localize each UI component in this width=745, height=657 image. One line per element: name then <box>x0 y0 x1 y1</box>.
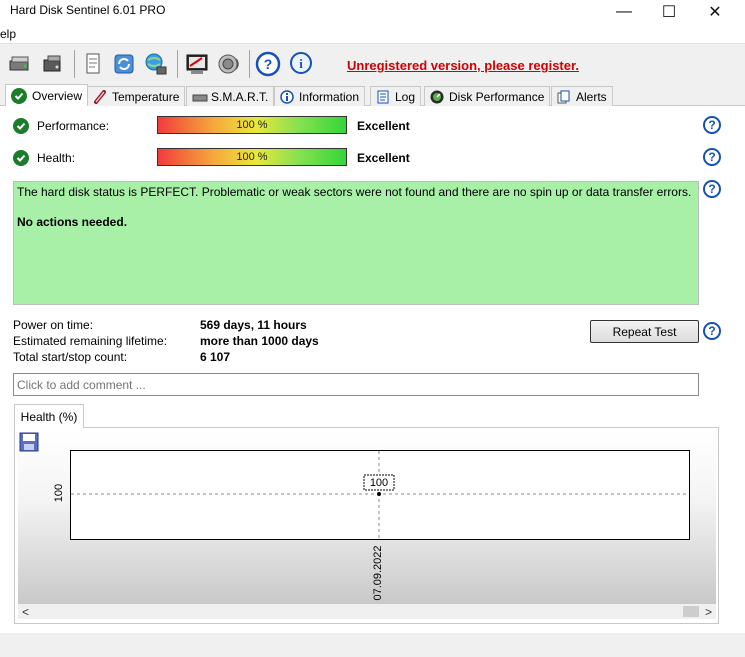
status-action: No actions needed. <box>17 215 128 229</box>
scroll-thumb[interactable] <box>683 606 699 617</box>
tab-label: Temperature <box>112 89 180 104</box>
gauge-icon <box>430 90 444 104</box>
toolbar-separator <box>249 50 250 78</box>
minimize-button[interactable]: — <box>601 0 647 24</box>
health-chart-svg: 100 <box>71 451 689 539</box>
tab-log[interactable]: Log <box>370 86 422 106</box>
tab-disk-performance[interactable]: Disk Performance <box>424 86 551 106</box>
status-message-box: The hard disk status is PERFECT. Problem… <box>13 181 699 305</box>
power-on-label: Power on time: <box>13 318 94 332</box>
toolbar-separator <box>74 50 75 78</box>
help-icon[interactable]: ? <box>703 322 721 340</box>
health-chart: 100 <box>70 450 690 540</box>
tab-health-graph[interactable]: Health (%) <box>14 404 84 428</box>
info-icon[interactable]: i <box>286 49 316 79</box>
chart-data-label: 100 <box>363 474 395 491</box>
svg-text:?: ? <box>264 56 273 72</box>
disk-icon[interactable] <box>5 49 35 79</box>
toolbar-separator <box>177 50 178 78</box>
lifetime-value: more than 1000 days <box>200 334 319 348</box>
tab-overview[interactable]: Overview <box>5 84 89 107</box>
performance-rating: Excellent <box>357 119 410 133</box>
start-stop-label: Total start/stop count: <box>13 350 128 364</box>
health-rating: Excellent <box>357 151 410 165</box>
disk-icon[interactable] <box>38 49 68 79</box>
help-icon[interactable]: ? <box>253 49 283 79</box>
performance-value: 100 % <box>236 119 268 131</box>
horizontal-scrollbar[interactable]: < > <box>18 604 716 619</box>
repeat-test-button[interactable]: Repeat Test <box>590 320 699 343</box>
tab-smart[interactable]: S.M.A.R.T. <box>186 86 275 106</box>
network-icon[interactable] <box>141 49 171 79</box>
tab-label: S.M.A.R.T. <box>211 89 269 104</box>
check-icon <box>13 150 29 166</box>
tab-information[interactable]: Information <box>274 86 366 106</box>
overview-panel: Performance: 100 % Excellent ? Health: 1… <box>0 106 745 633</box>
tab-temperature[interactable]: Temperature <box>87 86 186 106</box>
menu-help[interactable]: elp <box>0 27 16 41</box>
report-icon[interactable] <box>78 49 108 79</box>
scroll-right-arrow[interactable]: > <box>701 604 716 619</box>
tab-label: Log <box>395 89 416 104</box>
menu-bar: elp <box>0 24 745 44</box>
check-icon <box>13 118 29 134</box>
title-bar: Hard Disk Sentinel 6.01 PRO — ☐ ✕ <box>0 0 745 24</box>
refresh-icon[interactable] <box>109 49 139 79</box>
health-bar: 100 % <box>157 148 347 166</box>
start-stop-value: 6 107 <box>200 350 231 364</box>
tab-label: Information <box>299 89 360 104</box>
lifetime-label: Estimated remaining lifetime: <box>13 334 168 348</box>
disk-icon <box>192 90 208 104</box>
scroll-left-arrow[interactable]: < <box>18 604 33 619</box>
tab-strip: Overview Temperature S.M.A.R.T. Informat… <box>0 84 745 107</box>
tab-label: Alerts <box>576 89 607 104</box>
svg-text:i: i <box>299 56 303 71</box>
maximize-button[interactable]: ☐ <box>646 0 692 24</box>
comment-input[interactable] <box>13 373 699 396</box>
save-icon[interactable] <box>19 432 39 452</box>
health-value: 100 % <box>236 151 268 163</box>
svg-text:100: 100 <box>370 477 388 489</box>
test-icon[interactable] <box>182 49 212 79</box>
register-link[interactable]: Unregistered version, please register. <box>347 58 579 73</box>
power-on-value: 569 days, 11 hours <box>200 318 307 332</box>
tab-label: Overview <box>32 89 83 103</box>
performance-label: Performance: <box>37 119 110 133</box>
tab-label: Disk Performance <box>449 89 545 104</box>
help-icon[interactable]: ? <box>703 148 721 166</box>
y-tick-label: 100 <box>53 483 65 503</box>
status-message: The hard disk status is PERFECT. Problem… <box>17 185 692 199</box>
health-label: Health: <box>37 151 76 165</box>
help-icon[interactable]: ? <box>703 180 721 198</box>
toolbar: ? i Unregistered version, please registe… <box>0 44 745 84</box>
alerts-icon <box>557 90 571 104</box>
sound-icon[interactable] <box>214 49 244 79</box>
close-button[interactable]: ✕ <box>692 0 738 24</box>
window-title: Hard Disk Sentinel 6.01 PRO <box>10 3 166 17</box>
info-icon <box>280 89 294 104</box>
check-icon <box>11 88 27 104</box>
tab-alerts[interactable]: Alerts <box>551 86 613 106</box>
chart-point <box>377 492 381 496</box>
log-icon <box>376 90 390 104</box>
thermometer-icon <box>93 89 107 104</box>
help-icon[interactable]: ? <box>703 116 721 134</box>
performance-bar: 100 % <box>157 116 347 134</box>
